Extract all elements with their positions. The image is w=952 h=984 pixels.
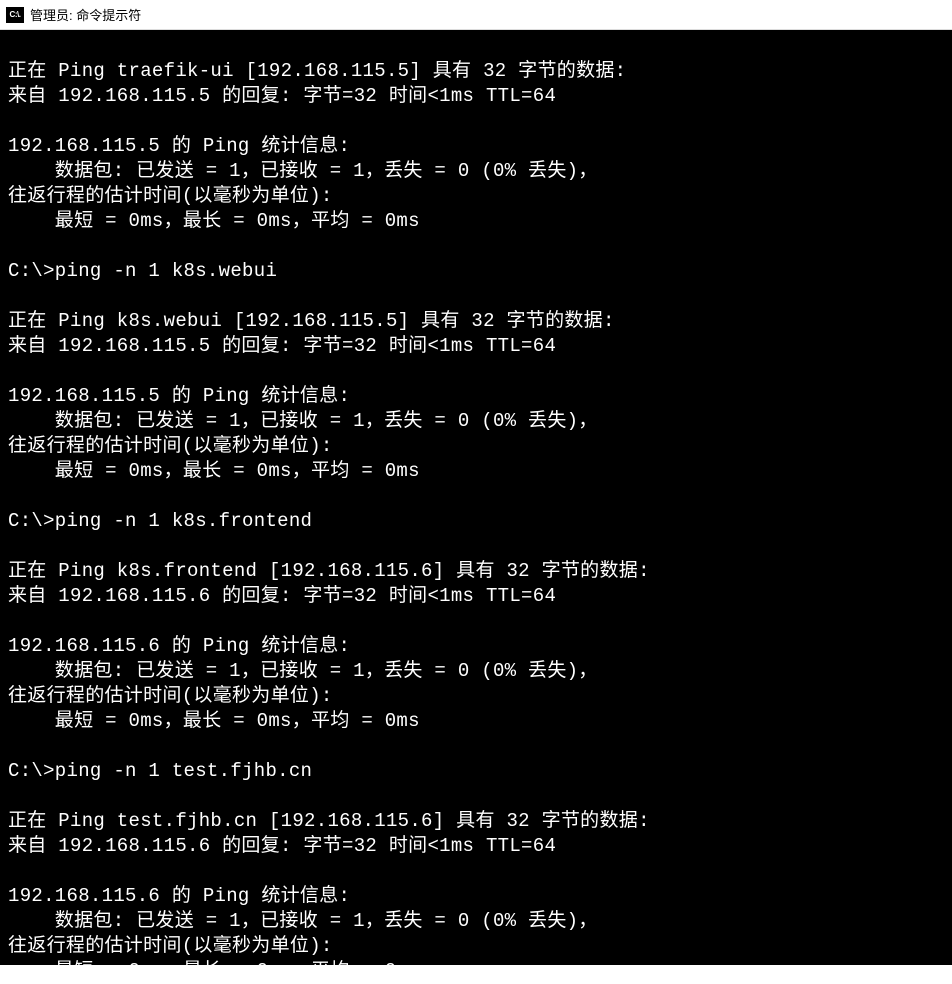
terminal-line: 往返行程的估计时间(以毫秒为单位): xyxy=(8,434,944,459)
terminal-output[interactable]: 正在 Ping traefik-ui [192.168.115.5] 具有 32… xyxy=(0,30,952,965)
terminal-line xyxy=(8,859,944,884)
terminal-line: 来自 192.168.115.6 的回复: 字节=32 时间<1ms TTL=6… xyxy=(8,834,944,859)
terminal-line xyxy=(8,109,944,134)
terminal-line: 数据包: 已发送 = 1，已接收 = 1，丢失 = 0 (0% 丢失)， xyxy=(8,659,944,684)
terminal-line: 最短 = 0ms，最长 = 0ms，平均 = 0ms xyxy=(8,459,944,484)
cmd-icon: C:\. xyxy=(6,7,24,23)
terminal-line: 192.168.115.5 的 Ping 统计信息: xyxy=(8,134,944,159)
terminal-line xyxy=(8,234,944,259)
terminal-line xyxy=(8,784,944,809)
window-titlebar[interactable]: C:\. 管理员: 命令提示符 xyxy=(0,0,952,30)
terminal-line xyxy=(8,484,944,509)
terminal-line: 192.168.115.6 的 Ping 统计信息: xyxy=(8,884,944,909)
terminal-line: C:\>ping -n 1 k8s.webui xyxy=(8,259,944,284)
terminal-line: 最短 = 0ms，最长 = 0ms，平均 = 0ms xyxy=(8,709,944,734)
terminal-line: 正在 Ping k8s.webui [192.168.115.5] 具有 32 … xyxy=(8,309,944,334)
terminal-line: 往返行程的估计时间(以毫秒为单位): xyxy=(8,934,944,959)
terminal-line: 192.168.115.6 的 Ping 统计信息: xyxy=(8,634,944,659)
terminal-line: 正在 Ping k8s.frontend [192.168.115.6] 具有 … xyxy=(8,559,944,584)
terminal-line xyxy=(8,284,944,309)
terminal-line: 来自 192.168.115.5 的回复: 字节=32 时间<1ms TTL=6… xyxy=(8,334,944,359)
terminal-line: 往返行程的估计时间(以毫秒为单位): xyxy=(8,684,944,709)
terminal-line xyxy=(8,734,944,759)
terminal-line: C:\>ping -n 1 test.fjhb.cn xyxy=(8,759,944,784)
terminal-line: 正在 Ping traefik-ui [192.168.115.5] 具有 32… xyxy=(8,59,944,84)
terminal-line: 最短 = 0ms，最长 = 0ms，平均 = 0ms xyxy=(8,209,944,234)
terminal-line: C:\>ping -n 1 k8s.frontend xyxy=(8,509,944,534)
terminal-line: 最短 = 0ms，最长 = 0ms，平均 = 0ms xyxy=(8,959,944,984)
terminal-line: 数据包: 已发送 = 1，已接收 = 1，丢失 = 0 (0% 丢失)， xyxy=(8,409,944,434)
terminal-line: 正在 Ping test.fjhb.cn [192.168.115.6] 具有 … xyxy=(8,809,944,834)
terminal-line: 数据包: 已发送 = 1，已接收 = 1，丢失 = 0 (0% 丢失)， xyxy=(8,159,944,184)
terminal-line: 来自 192.168.115.5 的回复: 字节=32 时间<1ms TTL=6… xyxy=(8,84,944,109)
terminal-line: 数据包: 已发送 = 1，已接收 = 1，丢失 = 0 (0% 丢失)， xyxy=(8,909,944,934)
window-title: 管理员: 命令提示符 xyxy=(30,5,141,24)
terminal-line xyxy=(8,359,944,384)
terminal-line: 192.168.115.5 的 Ping 统计信息: xyxy=(8,384,944,409)
terminal-line: 来自 192.168.115.6 的回复: 字节=32 时间<1ms TTL=6… xyxy=(8,584,944,609)
terminal-line xyxy=(8,534,944,559)
terminal-line xyxy=(8,34,944,59)
terminal-line: 往返行程的估计时间(以毫秒为单位): xyxy=(8,184,944,209)
terminal-line xyxy=(8,609,944,634)
